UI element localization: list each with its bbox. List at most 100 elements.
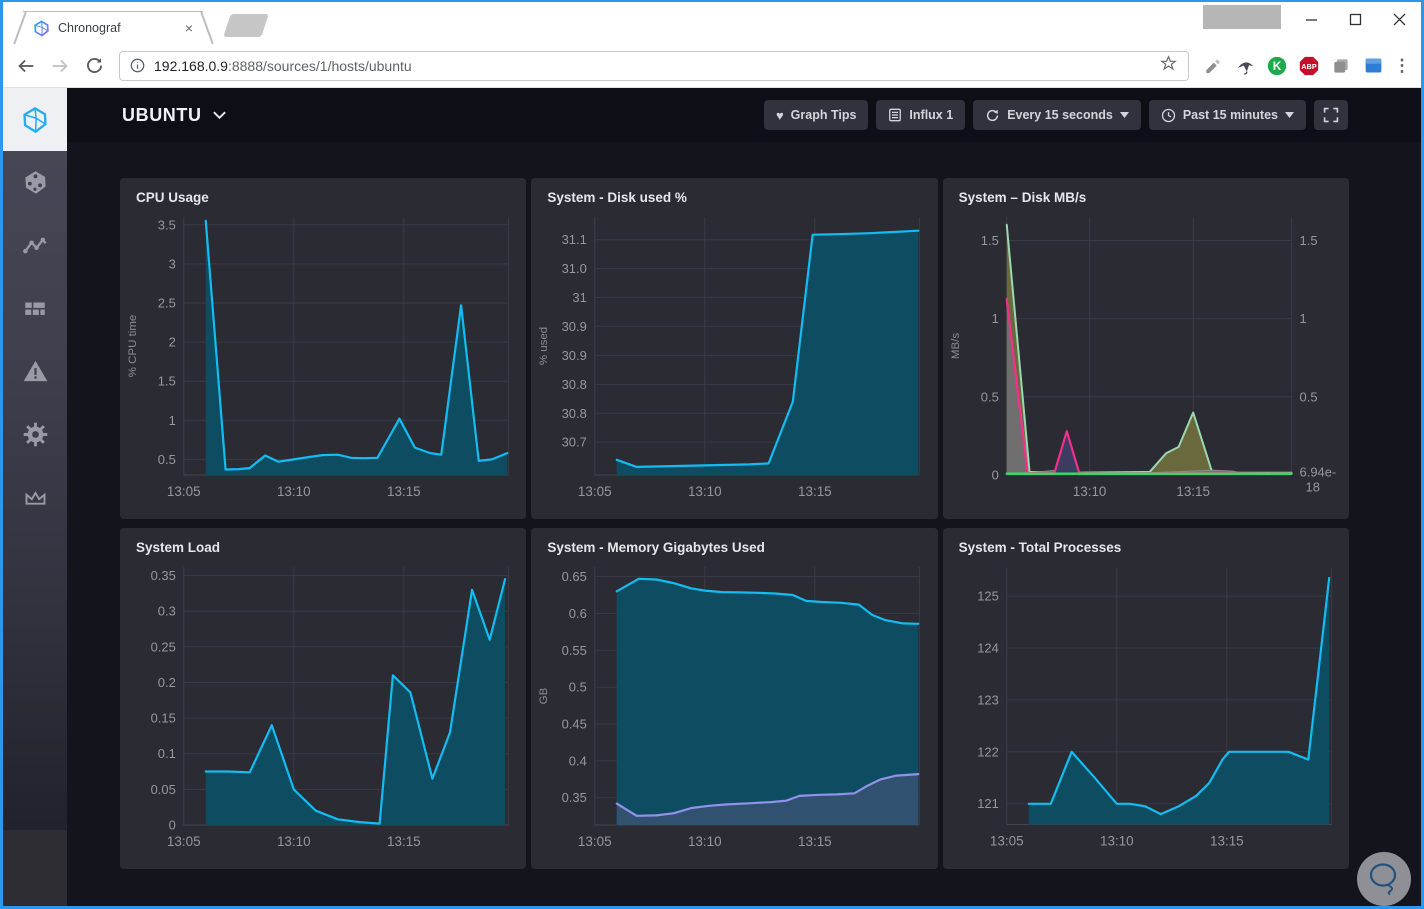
svg-text:13:15: 13:15 [1176, 484, 1210, 499]
heart-icon: ♥ [775, 107, 784, 123]
svg-text:0.55: 0.55 [562, 643, 587, 658]
svg-text:0.2: 0.2 [158, 675, 176, 690]
svg-text:1.5: 1.5 [1299, 233, 1317, 248]
back-icon[interactable] [13, 53, 39, 79]
svg-text:13:15: 13:15 [798, 484, 832, 499]
minimize-button[interactable] [1299, 7, 1323, 31]
fullscreen-icon [1323, 107, 1339, 123]
panel-processes: System - Total Processes 121 122 123 124 125… [942, 528, 1349, 869]
sidebar-item-status[interactable] [3, 88, 67, 151]
alert-triangle-icon [23, 360, 47, 382]
svg-text:31.1: 31.1 [562, 232, 587, 247]
dashboard-grid: CPU Usage 0.5 1 1.5 2 2.5 3 3.5 13:05 13:10 13:15… [67, 142, 1421, 906]
svg-text:0.3: 0.3 [158, 604, 176, 619]
tab-close-icon[interactable]: × [185, 21, 193, 35]
svg-text:13:10: 13:10 [277, 484, 311, 499]
chronograf-favicon-icon [33, 19, 50, 37]
svg-text:1.5: 1.5 [158, 374, 176, 389]
disk-used-chart[interactable]: 30.7 30.8 30.8 30.9 30.9 31 31.0 31.1 13:05 13:10… [535, 207, 933, 505]
chat-bubble-badge[interactable] [1357, 852, 1411, 906]
new-tab-button[interactable] [223, 14, 269, 37]
browser-menu-icon[interactable]: ⋮ [1393, 56, 1411, 76]
sidebar-item-admin[interactable] [3, 403, 67, 466]
host-title-dropdown[interactable]: UBUNTU [122, 105, 227, 126]
svg-text:122: 122 [977, 744, 999, 759]
extension-abp-icon[interactable]: ABP [1297, 54, 1321, 78]
svg-text:13:10: 13:10 [1072, 484, 1106, 499]
refresh-icon [987, 109, 999, 121]
svg-text:MB/s: MB/s [950, 333, 962, 359]
extension-umbrella-icon[interactable] [1233, 54, 1257, 78]
panel-system-load: System Load 0 0.05 0.1 0.15 0.2 0.25 0.3 0.35 13… [120, 528, 527, 869]
tab-edge [199, 11, 213, 45]
graph-tips-button[interactable]: ♥ Graph Tips [763, 100, 869, 130]
disk-mbs-chart[interactable]: 0 0.5 1 1.5 1.5 1 0.5 6.94e-18 13:10 13:15 MB/s [947, 207, 1345, 505]
header-buttons: ♥ Graph Tips Influx 1 Every 15 seconds P… [763, 100, 1348, 130]
svg-text:31: 31 [573, 290, 587, 305]
source-button[interactable]: Influx 1 [876, 100, 966, 130]
tab-title: Chronograf [58, 21, 121, 35]
sidebar-item-data-explorer[interactable] [3, 214, 67, 277]
cpu-usage-chart[interactable]: 0.5 1 1.5 2 2.5 3 3.5 13:05 13:10 13:15 % CPU time [124, 207, 522, 505]
clock-icon [1161, 108, 1175, 122]
browser-toolbar: 192.168.0.9:8888/sources/1/hosts/ubuntu … [3, 44, 1421, 88]
extension-k-icon[interactable]: K [1265, 54, 1289, 78]
browser-titlebar: Chronograf × [3, 2, 1421, 45]
extension-brush-icon[interactable] [1201, 54, 1225, 78]
system-load-chart[interactable]: 0 0.05 0.1 0.15 0.2 0.25 0.3 0.35 13:05 13:10 13:1… [124, 557, 522, 855]
svg-text:2: 2 [169, 335, 176, 350]
tab-edge [13, 11, 27, 45]
panel-title: System - Total Processes [958, 540, 1122, 555]
sidebar-item-dashboards[interactable] [3, 277, 67, 340]
svg-text:13:15: 13:15 [387, 484, 421, 499]
svg-text:0.5: 0.5 [1299, 389, 1317, 404]
panel-memory: System - Memory Gigabytes Used 0.35 0.4 0.… [531, 528, 938, 869]
browser-tab[interactable]: Chronograf × [13, 11, 213, 45]
svg-text:1: 1 [169, 413, 176, 428]
panel-title: System – Disk MB/s [958, 190, 1087, 205]
svg-text:30.9: 30.9 [562, 348, 587, 363]
reload-icon[interactable] [81, 53, 107, 79]
url-host: 192.168.0.9 [154, 57, 228, 74]
maximize-button[interactable] [1343, 7, 1367, 31]
svg-text:31.0: 31.0 [562, 261, 587, 276]
data-explorer-icon [22, 237, 46, 254]
processes-chart[interactable]: 121 122 123 124 125 13:05 13:10 13:15 [947, 557, 1345, 855]
url-text[interactable]: 192.168.0.9:8888/sources/1/hosts/ubuntu [154, 58, 412, 74]
extension-blue-icon[interactable] [1361, 54, 1385, 78]
svg-text:3: 3 [169, 256, 176, 271]
page-info-icon[interactable] [130, 58, 145, 73]
svg-text:0.35: 0.35 [151, 568, 176, 583]
svg-text:0.6: 0.6 [569, 606, 587, 621]
refresh-interval-dropdown[interactable]: Every 15 seconds [973, 100, 1141, 130]
fullscreen-button[interactable] [1314, 100, 1348, 130]
svg-text:0.4: 0.4 [569, 753, 587, 768]
svg-text:13:10: 13:10 [688, 834, 722, 849]
svg-text:GB: GB [538, 687, 550, 704]
memory-chart[interactable]: 0.35 0.4 0.45 0.5 0.55 0.6 0.65 13:05 13:10 13:15… [535, 557, 933, 855]
svg-text:13:15: 13:15 [387, 834, 421, 849]
sidebar-item-influx-admin[interactable] [3, 466, 67, 529]
app-header: UBUNTU ♥ Graph Tips Influx 1 Every 15 se… [67, 88, 1421, 142]
svg-text:0.1: 0.1 [158, 746, 176, 761]
sidebar-item-alerts[interactable] [3, 340, 67, 403]
svg-text:0: 0 [169, 817, 176, 832]
svg-text:3.5: 3.5 [158, 217, 176, 232]
svg-text:13:10: 13:10 [688, 484, 722, 499]
bookmark-star-icon[interactable] [1159, 54, 1178, 78]
extension-pages-icon[interactable] [1329, 54, 1353, 78]
svg-text:13:05: 13:05 [167, 834, 201, 849]
window-controls [1299, 7, 1411, 31]
panel-title: System - Memory Gigabytes Used [547, 540, 765, 555]
time-range-dropdown[interactable]: Past 15 minutes [1148, 100, 1306, 130]
svg-text:0.5: 0.5 [569, 680, 587, 695]
sidebar-bottom-block [3, 830, 67, 906]
forward-icon[interactable] [47, 53, 73, 79]
panel-cpu-usage: CPU Usage 0.5 1 1.5 2 2.5 3 3.5 13:05 13:10 13:15… [120, 178, 527, 519]
sidebar-item-hosts[interactable] [3, 151, 67, 214]
url-bar[interactable]: 192.168.0.9:8888/sources/1/hosts/ubuntu [119, 50, 1189, 81]
svg-text:13:05: 13:05 [990, 833, 1024, 848]
svg-text:13:15: 13:15 [798, 834, 832, 849]
close-button[interactable] [1387, 7, 1411, 31]
svg-text:30.7: 30.7 [562, 435, 587, 450]
